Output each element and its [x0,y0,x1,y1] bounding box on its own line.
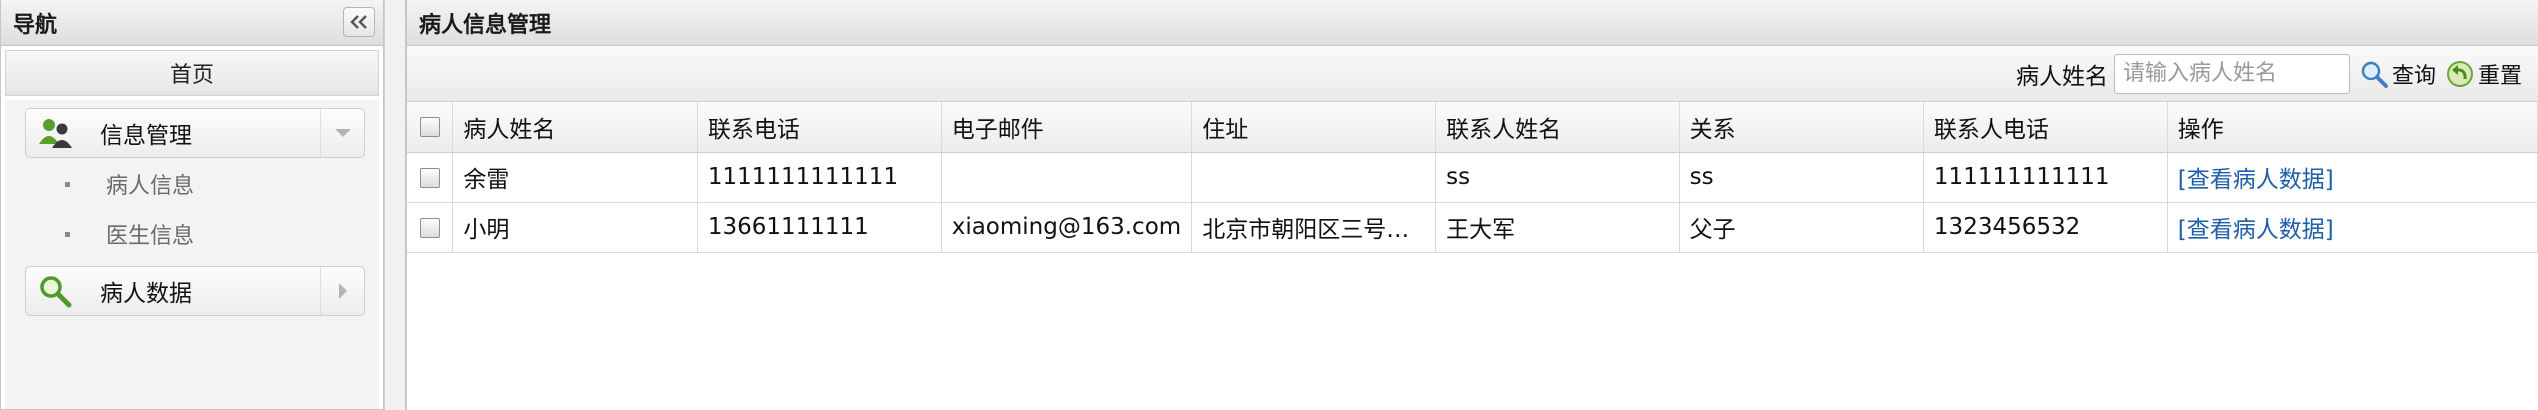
nav-header: 导航 [1,0,383,46]
cell-address: 北京市朝阳区三号… [1191,202,1437,253]
query-button[interactable]: 查询 [2360,58,2436,90]
undo-icon [2446,60,2473,87]
column-header[interactable]: 操作 [2167,102,2538,153]
page-title: 病人信息管理 [419,12,552,38]
triangle-down-icon [334,129,351,137]
triangle-right-icon [338,283,347,299]
collapse-panel-button[interactable] [343,7,375,37]
cell-patient-name: 余雷 [452,152,698,203]
cell-contact-name: ss [1435,152,1680,203]
column-header[interactable]: 关系 [1679,102,1924,153]
accordion-label: 病人数据 [100,281,192,307]
column-header[interactable]: 住址 [1191,102,1437,153]
cell-contact-phone: 111111111111 [1923,152,2168,203]
column-header[interactable]: 联系电话 [697,102,942,153]
cell-phone: 13661111111 [697,202,942,253]
bullet-icon [65,231,70,237]
double-chevron-left-icon [350,15,367,29]
query-label: 查询 [2391,63,2436,89]
patient-table: 病人姓名 联系电话 电子邮件 住址 联系人姓名 关系 联系人电话 操作 余雷 1… [407,102,2538,253]
cell-action: [查看病人数据] [2167,202,2538,253]
nav-body: 信息管理 病人信息 医生信息 病人数据 [5,100,379,409]
main-panel: 病人信息管理 病人姓名 查询 重置 [406,0,2538,410]
column-header[interactable]: 联系人姓名 [1435,102,1680,153]
nav-item-label: 病人信息 [106,174,195,199]
select-all-cell [407,102,454,153]
column-header[interactable]: 病人姓名 [452,102,698,153]
row-checkbox[interactable] [419,167,440,188]
cell-relation: 父子 [1679,202,1924,253]
nav-title: 导航 [13,12,58,38]
users-icon [39,119,72,148]
column-header[interactable]: 联系人电话 [1923,102,2168,153]
nav-item-patient-info[interactable]: 病人信息 [65,168,194,200]
search-toolbar: 病人姓名 查询 重置 [407,46,2538,102]
row-select-cell [407,152,454,203]
nav-panel: 导航 首页 信息管理 病人信息 医生信息 病人数据 [0,0,384,410]
search-label: 病人姓名 [2015,63,2108,90]
row-select-cell [407,202,454,253]
table-row[interactable]: 余雷 1111111111111 ss ss 111111111111 [查看病… [407,152,2538,203]
search-icon [2361,61,2388,88]
reset-label: 重置 [2477,63,2522,89]
nav-item-doctor-info[interactable]: 医生信息 [65,218,194,250]
layout-splitter[interactable] [384,0,406,410]
nav-item-label: 医生信息 [106,224,195,249]
table-row[interactable]: 小明 13661111111 xiaoming@163.com 北京市朝阳区三号… [407,202,2538,253]
view-patient-data-link[interactable]: [查看病人数据] [2178,167,2334,193]
accordion-patient-data[interactable]: 病人数据 [25,266,365,316]
home-tab[interactable]: 首页 [5,50,379,96]
cell-phone: 1111111111111 [697,152,942,203]
view-patient-data-link[interactable]: [查看病人数据] [2178,217,2334,243]
select-all-checkbox[interactable] [419,117,440,138]
cell-patient-name: 小明 [452,202,698,253]
patient-name-input[interactable] [2113,53,2350,94]
search-icon [40,276,72,308]
accordion-info-management[interactable]: 信息管理 [25,108,365,158]
app-window: 导航 首页 信息管理 病人信息 医生信息 病人数据 病人信息管理 病人姓名 请输… [0,0,2538,410]
reset-button[interactable]: 重置 [2446,58,2522,90]
cell-contact-phone: 1323456532 [1923,202,2168,253]
accordion-toggle[interactable] [320,109,364,157]
main-header: 病人信息管理 [407,0,2538,46]
row-checkbox[interactable] [419,217,440,238]
bullet-icon [65,181,70,187]
cell-action: [查看病人数据] [2167,152,2538,203]
column-header[interactable]: 电子邮件 [941,102,1193,153]
cell-relation: ss [1679,152,1924,203]
cell-address [1191,152,1437,203]
cell-email [941,152,1193,203]
cell-email: xiaoming@163.com [941,202,1193,253]
cell-contact-name: 王大军 [1435,202,1680,253]
accordion-label: 信息管理 [100,123,192,149]
accordion-toggle[interactable] [320,267,364,315]
table-header-row: 病人姓名 联系电话 电子邮件 住址 联系人姓名 关系 联系人电话 操作 [407,102,2538,153]
home-label: 首页 [169,63,214,88]
